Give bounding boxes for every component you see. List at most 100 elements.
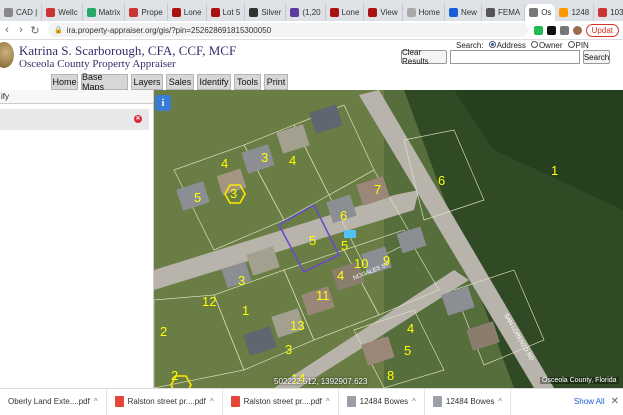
result-row[interactable]: ✕: [0, 109, 149, 130]
browser-tab[interactable]: Lone: [168, 4, 207, 21]
lot-number-label: 3: [285, 342, 292, 357]
puzzle-icon[interactable]: [559, 25, 569, 35]
menu-layers[interactable]: Layers: [131, 74, 163, 90]
download-item[interactable]: Oberly Land Exte....pdf ^: [0, 388, 107, 415]
download-item[interactable]: 12484 Bowes ^: [339, 388, 425, 415]
menu-tools[interactable]: Tools: [234, 74, 261, 90]
favicon-icon: [86, 8, 96, 17]
pdf-icon: [114, 396, 124, 407]
browser-tab[interactable]: Prope: [125, 4, 168, 21]
lot-number-label: 1: [242, 303, 249, 318]
browser-tab[interactable]: Os: [525, 4, 556, 21]
chevron-up-icon[interactable]: ^: [326, 397, 330, 406]
chevron-up-icon[interactable]: ^: [498, 397, 502, 406]
lot-number-label: 1: [551, 163, 558, 178]
search-options: Search: Address Owner PIN: [456, 41, 589, 50]
info-button[interactable]: i: [155, 95, 171, 111]
lot-number-label: 9: [383, 253, 390, 268]
menu-home[interactable]: Home: [51, 74, 78, 90]
browser-tab[interactable]: View: [364, 4, 403, 21]
tab-label: Lone: [183, 8, 202, 17]
reload-icon[interactable]: ↻: [28, 24, 42, 37]
coordinate-readout: 502222.512, 1392907.623: [274, 377, 368, 386]
lock-icon: 🔒: [54, 27, 63, 34]
browser-tab[interactable]: New: [445, 4, 482, 21]
chevron-up-icon[interactable]: ^: [210, 397, 214, 406]
main-menu: Home Base Maps Layers Sales Identify Too…: [0, 72, 623, 92]
browser-tab[interactable]: CAD |: [0, 4, 43, 21]
extension-icon[interactable]: [533, 25, 543, 35]
tab-label: FEMA: [497, 8, 521, 17]
lot-number-label: 2: [160, 324, 167, 339]
close-icon[interactable]: ✕: [611, 396, 623, 407]
favicon-icon: [171, 8, 181, 17]
radio-pin[interactable]: PIN: [567, 41, 589, 50]
map-attribution: Osceola County, Florida: [540, 377, 619, 384]
browser-tab[interactable]: 1248: [555, 4, 595, 21]
lot-number-label: 4: [337, 268, 344, 283]
aerial-map[interactable]: NOGALES ST SAN LORENZO RD 4 3 4 5 3 5 6 7 5 4 3 10 9…: [154, 90, 623, 388]
tab-label: Prope: [141, 8, 163, 17]
menu-base-maps[interactable]: Base Maps: [81, 72, 128, 92]
extension-icon[interactable]: [546, 25, 556, 35]
tab-label: Home: [418, 8, 440, 17]
chevron-up-icon[interactable]: ^: [94, 397, 98, 406]
favicon-icon: [249, 8, 259, 17]
lot-number-label: 5: [309, 233, 316, 248]
radio-owner[interactable]: Owner: [530, 41, 563, 50]
browser-tab[interactable]: Lone: [326, 4, 365, 21]
close-icon[interactable]: ✕: [134, 115, 142, 123]
radio-icon[interactable]: [530, 41, 538, 49]
office-title: Osceola County Property Appraiser: [19, 58, 176, 70]
favicon-icon: [290, 8, 300, 17]
download-item[interactable]: Ralston street pr....pdf ^: [223, 388, 339, 415]
favicon-icon: [129, 8, 139, 17]
search-label: Search:: [456, 41, 484, 50]
lot-number-label: 7: [374, 182, 381, 197]
radio-address[interactable]: Address: [488, 41, 526, 50]
clear-results-button[interactable]: Clear Results: [401, 48, 447, 66]
tab-label: Os: [541, 8, 552, 17]
menu-sales[interactable]: Sales: [166, 74, 194, 90]
browser-tab[interactable]: Home: [403, 4, 445, 21]
tab-label: 1248: [571, 8, 590, 17]
browser-tab[interactable]: FEMA: [482, 4, 526, 21]
download-item[interactable]: 12484 Bowes ^: [425, 388, 512, 415]
avatar[interactable]: [572, 25, 582, 35]
lot-number-label: 3: [238, 273, 245, 288]
lot-number-label: 3: [230, 186, 237, 201]
browser-tab[interactable]: (1,20: [286, 4, 326, 21]
tab-label: Lone: [341, 8, 360, 17]
radio-icon[interactable]: [488, 41, 496, 49]
search-button[interactable]: Search: [583, 50, 610, 64]
appraiser-name: Katrina S. Scarborough, CFA, CCF, MCF: [19, 43, 237, 58]
lot-number-label: 5: [194, 190, 201, 205]
url-field[interactable]: 🔒 ira.property-appraiser.org/gis/?pin=25…: [48, 23, 528, 37]
menu-identify[interactable]: Identify: [197, 74, 231, 90]
lot-number-label: 4: [289, 153, 296, 168]
browser-tab[interactable]: Wellc: [42, 4, 83, 21]
tab-label: (1,20: [302, 8, 321, 17]
menu-print[interactable]: Print: [264, 74, 288, 90]
search-input[interactable]: [450, 50, 580, 64]
favicon-icon: [329, 8, 339, 17]
radio-icon[interactable]: [567, 41, 575, 49]
results-panel: ify ✕: [0, 90, 154, 388]
browser-tab[interactable]: Silver: [245, 4, 287, 21]
chevron-up-icon[interactable]: ^: [412, 397, 416, 406]
browser-tab[interactable]: Matrix: [83, 4, 126, 21]
lot-number-label: 3: [261, 150, 268, 165]
browser-tab[interactable]: 1030: [594, 4, 623, 21]
address-bar: ‹ › ↻ 🔒 ira.property-appraiser.org/gis/?…: [0, 21, 623, 40]
download-item[interactable]: Ralston street pr....pdf ^: [107, 388, 223, 415]
update-button[interactable]: Updat: [585, 23, 619, 37]
show-all-link[interactable]: Show All: [574, 397, 611, 406]
lot-number-label: 5: [341, 238, 348, 253]
tab-label: New: [460, 8, 477, 17]
back-icon[interactable]: ‹: [0, 24, 14, 36]
favicon-icon: [368, 8, 378, 17]
favicon-icon: [598, 8, 608, 17]
forward-icon[interactable]: ›: [14, 24, 28, 36]
browser-tab[interactable]: Lot 5: [207, 4, 246, 21]
favicon-icon: [559, 8, 569, 17]
